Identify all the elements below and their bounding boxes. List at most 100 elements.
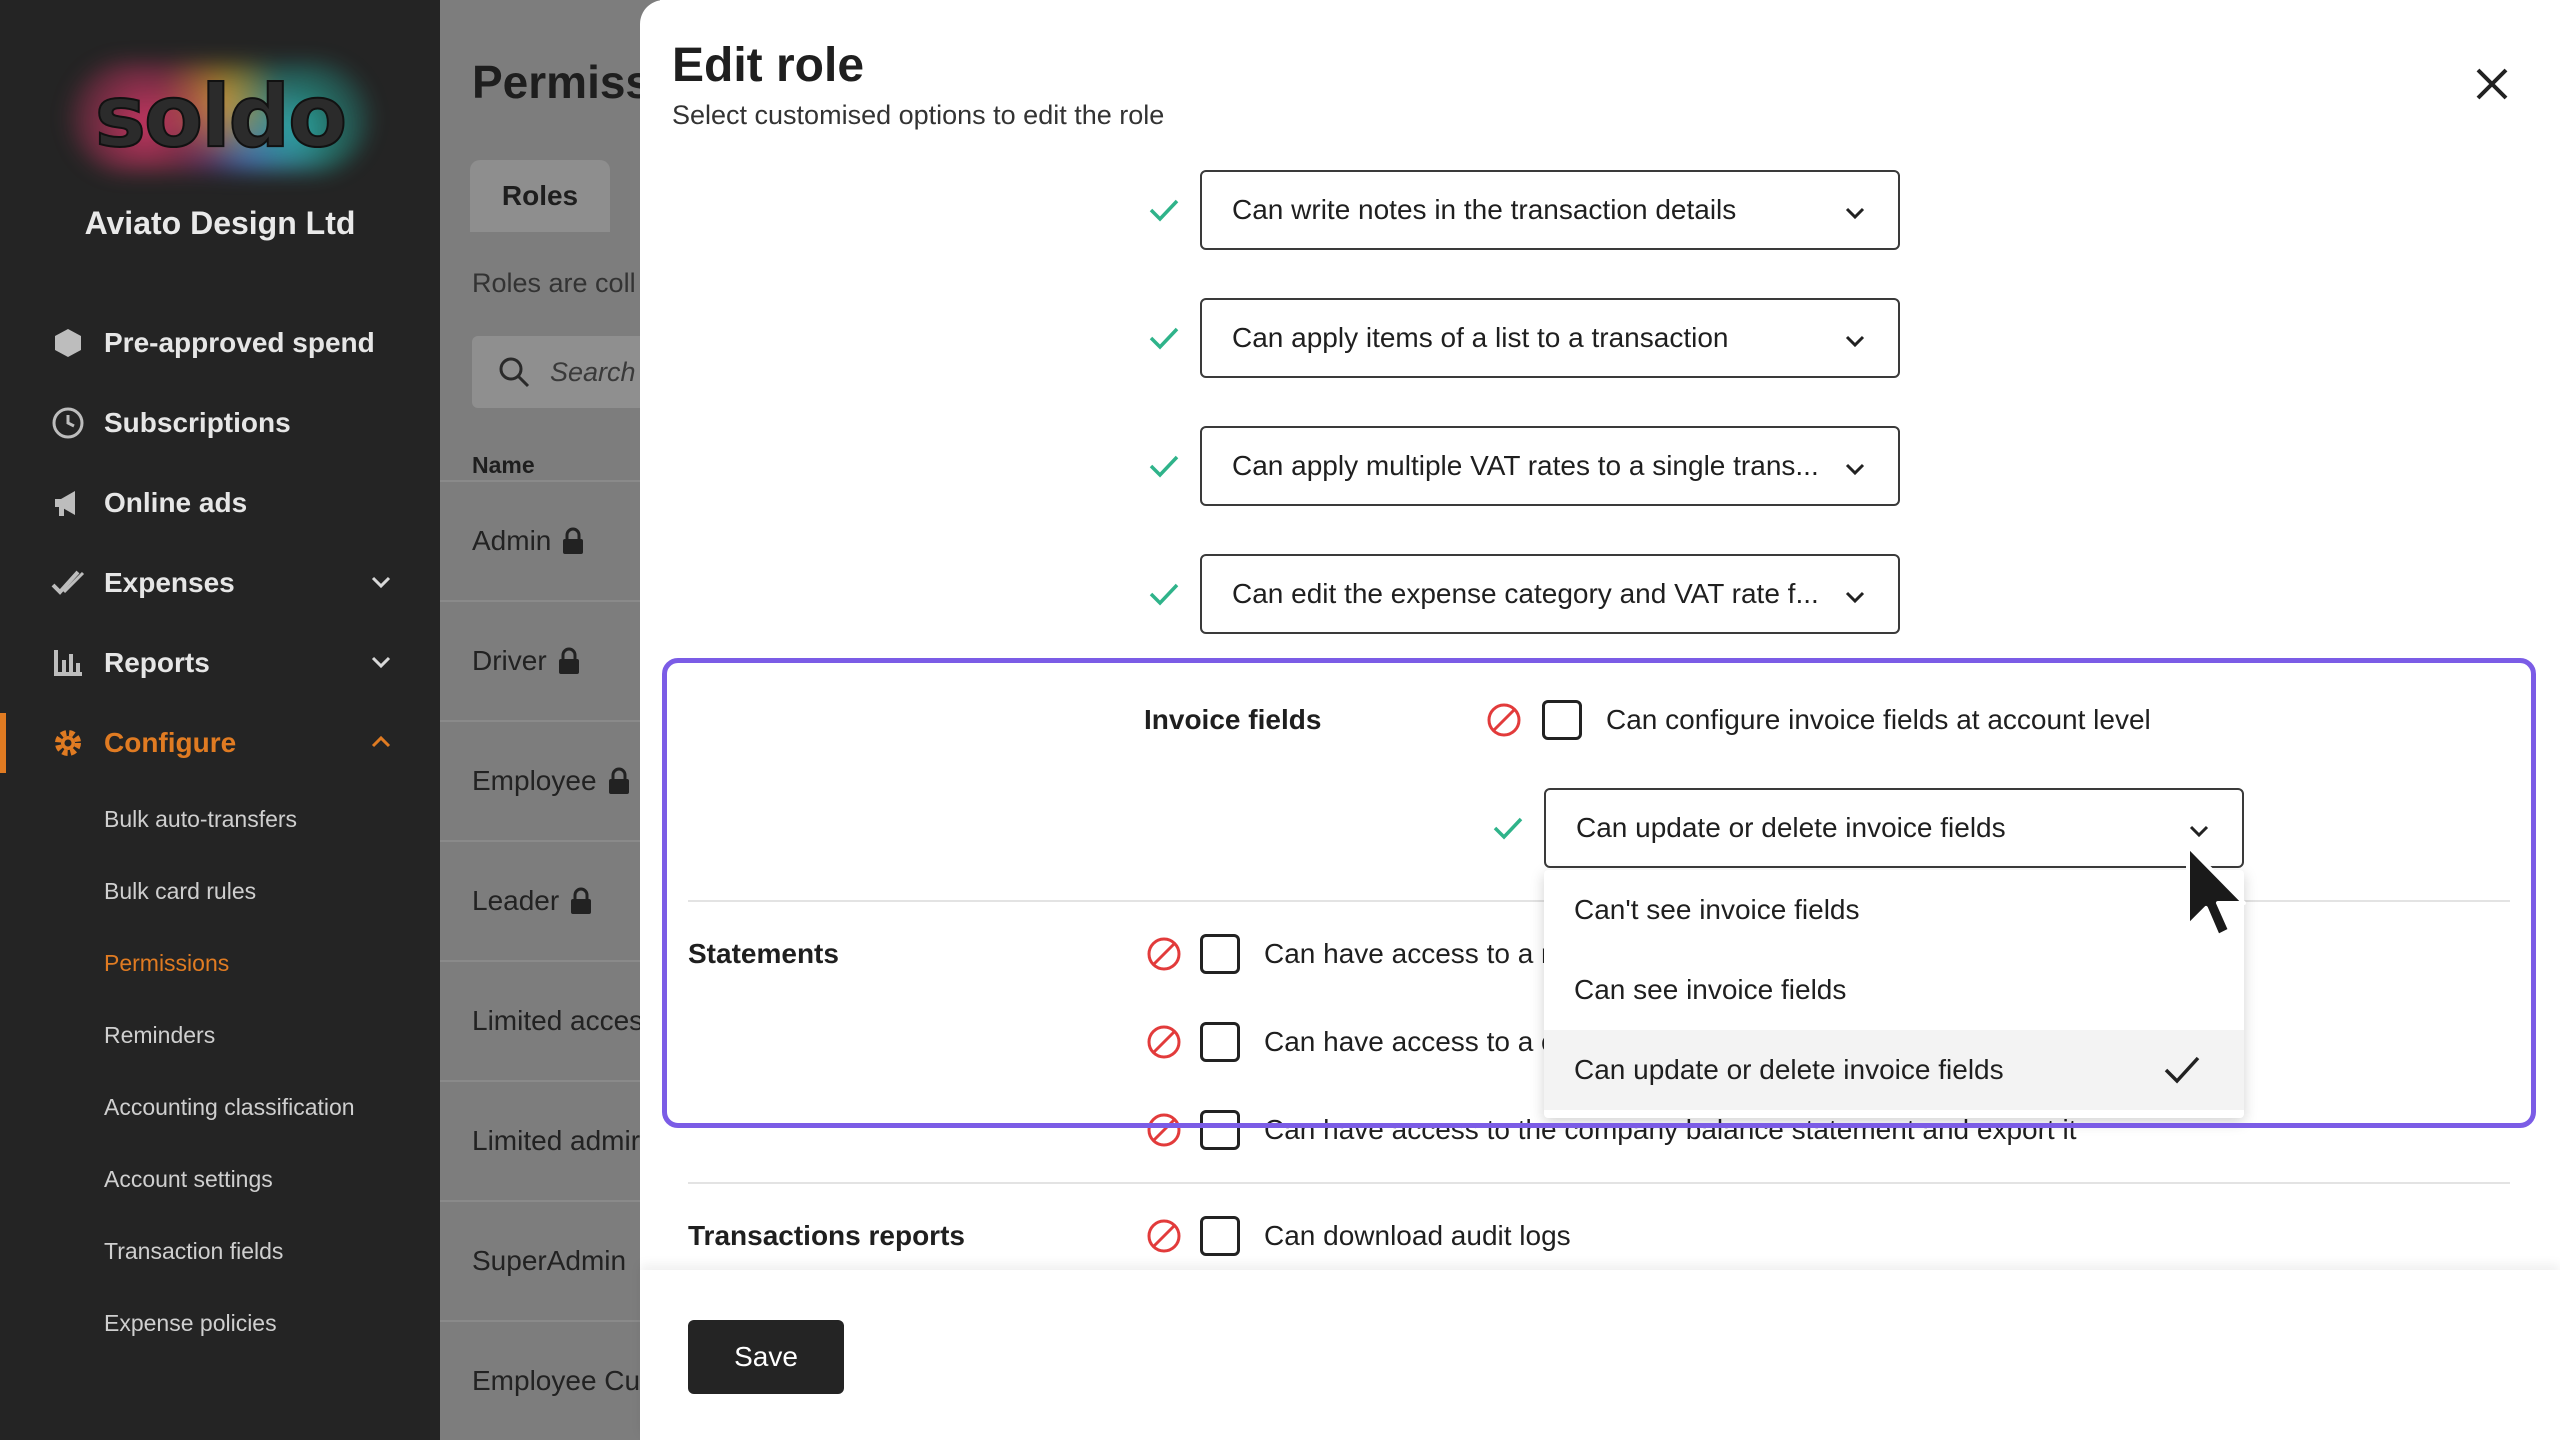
role-name: Leader [472,885,560,916]
modal-title: Edit role [672,39,865,92]
sidebar-subitem-accounting-classification[interactable]: Accounting classification [0,1071,440,1143]
clock-icon [48,403,88,443]
chevron-down-icon [1845,463,1865,476]
tab-roles[interactable]: Roles [470,160,610,232]
audit-logs-label: Can download audit logs [1264,1220,1571,1251]
sidebar-subitem-reminders[interactable]: Reminders [0,999,440,1071]
sidebar-subitem-bulk-card-rules[interactable]: Bulk card rules [0,855,440,927]
option-label: Can update or delete invoice fields [1574,1054,2004,1085]
table-row[interactable]: SuperAdmin [440,1200,660,1320]
table-row[interactable]: Limited admir [440,1080,660,1200]
permissions-page: Permiss Roles Roles are coll Search Name… [440,0,660,1440]
check-icon [1149,455,1179,478]
section-invoice-fields: Invoice fields [1144,704,1322,735]
select-value: Can write notes in the transaction detai… [1232,194,1737,225]
sidebar-item-pre-approved-spend[interactable]: Pre-approved spend [0,303,440,383]
check-icon [1493,817,1523,840]
sidebar-subitem-permissions[interactable]: Permissions [0,927,440,999]
select-value: Can apply items of a list to a transacti… [1232,322,1729,353]
sidebar-item-reports[interactable]: Reports [0,623,440,703]
select-invoice-fields[interactable]: Can update or delete invoice fields [1544,788,2244,868]
statement-checkbox-1[interactable] [1200,934,1240,974]
statement-label-1: Can have access to a m [1264,938,1565,969]
statement-checkbox-2[interactable] [1200,1022,1240,1062]
search-icon [499,357,530,388]
sidebar-subitem-transaction-fields[interactable]: Transaction fields [0,1215,440,1287]
role-name: Employee Cus [472,1365,655,1396]
save-button[interactable]: Save [688,1320,844,1394]
roles-description: Roles are coll [472,268,636,298]
chevron-up-icon [368,729,394,762]
sidebar-item-label: Expenses [104,567,235,598]
lock-icon [571,887,592,914]
audit-logs-checkbox[interactable] [1200,1216,1240,1256]
search-input[interactable]: Search [472,336,660,408]
statement-label-2: Can have access to a c [1264,1026,1556,1057]
sidebar-item-label: Subscriptions [104,407,291,438]
prohibited-icon [1487,703,1521,737]
sidebar-item-label: Configure [104,727,237,758]
chevron-down-icon [1845,207,1865,220]
sidebar: soldo Aviato Design Ltd Pre-approved spe… [0,0,440,1440]
sidebar-subitem-bulk-auto-transfers[interactable]: Bulk auto-transfers [0,783,440,855]
section-statements: Statements [688,938,839,969]
role-name: Limited acces [472,1005,644,1036]
check-icon [1149,199,1179,222]
chevron-down-icon [368,649,394,682]
lock-icon [558,647,579,674]
column-header-name: Name [472,452,535,478]
table-row[interactable]: Leader [440,840,660,960]
check-double-icon [48,563,88,603]
sidebar-item-online-ads[interactable]: Online ads [0,463,440,543]
chevron-down-icon [1845,591,1865,604]
sidebar-item-label: Pre-approved spend [104,327,375,358]
select-vat-rates[interactable]: Can apply multiple VAT rates to a single… [1200,426,1900,506]
option-label: Can see invoice fields [1574,974,1847,1005]
select-value: Can edit the expense category and VAT ra… [1232,578,1819,609]
prohibited-icon [1147,1113,1181,1147]
divider [688,1182,2510,1184]
lock-icon [608,767,629,794]
page-title: Permiss [472,56,652,108]
statement-checkbox-3[interactable] [1200,1110,1240,1150]
lock-icon [563,527,584,554]
table-row[interactable]: Employee [440,720,660,840]
invoice-fields-dropdown: Can't see invoice fields Can see invoice… [1544,870,2244,1118]
sidebar-item-label: Reports [104,647,210,678]
sidebar-item-configure[interactable]: Configure [0,703,440,783]
invoice-config-checkbox[interactable] [1542,700,1582,740]
sidebar-item-subscriptions[interactable]: Subscriptions [0,383,440,463]
modal-footer: Save [640,1270,2560,1440]
chevron-down-icon [1845,335,1865,348]
modal-scroll-area[interactable]: Edit role Select customised options to e… [640,0,2560,1270]
option-label: Can't see invoice fields [1574,894,1860,925]
table-row[interactable]: Limited acces [440,960,660,1080]
search-placeholder: Search [550,356,636,387]
table-row[interactable]: Employee Cus [440,1320,660,1440]
sidebar-item-expenses[interactable]: Expenses [0,543,440,623]
select-transaction-notes[interactable]: Can write notes in the transaction detai… [1200,170,1900,250]
dropdown-option-selected[interactable]: Can update or delete invoice fields [1544,1030,2244,1110]
close-icon[interactable] [2470,62,2514,106]
select-expense-category[interactable]: Can edit the expense category and VAT ra… [1200,554,1900,634]
dropdown-option[interactable]: Can see invoice fields [1544,950,2244,1030]
role-name: SuperAdmin [472,1245,627,1276]
select-value: Can apply multiple VAT rates to a single… [1232,450,1819,481]
sidebar-subitem-expense-policies[interactable]: Expense policies [0,1287,440,1359]
bar-chart-icon [48,643,88,683]
dropdown-option[interactable]: Can't see invoice fields [1544,870,2244,950]
check-icon [1149,583,1179,606]
role-name: Admin [472,525,552,556]
select-value: Can update or delete invoice fields [1576,812,2006,843]
gear-icon [48,723,88,763]
section-transactions-reports: Transactions reports [688,1220,965,1251]
edit-role-modal: Edit role Select customised options to e… [640,0,2560,1440]
invoice-config-label: Can configure invoice fields at account … [1606,704,2151,735]
modal-subtitle: Select customised options to edit the ro… [672,100,1165,130]
role-name: Driver [472,645,547,676]
table-row[interactable]: Driver [440,600,660,720]
select-list-items[interactable]: Can apply items of a list to a transacti… [1200,298,1900,378]
table-row[interactable]: Admin [440,480,660,600]
sidebar-subitem-account-settings[interactable]: Account settings [0,1143,440,1215]
prohibited-icon [1147,1025,1181,1059]
